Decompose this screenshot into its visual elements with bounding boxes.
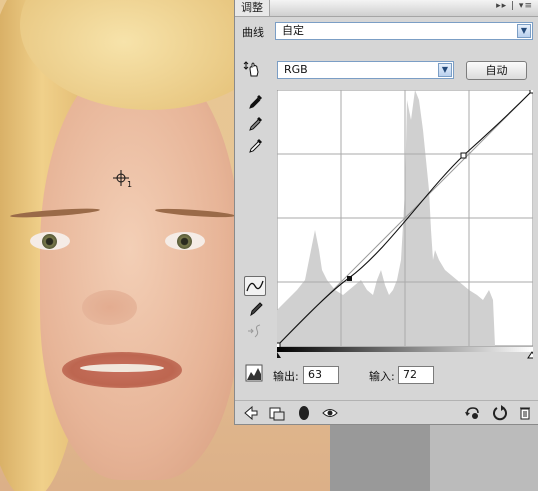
curve-endpoint-white[interactable] [529, 90, 533, 94]
chevron-down-icon: ▼ [438, 63, 452, 77]
photo-eye-right [165, 232, 205, 250]
visibility-circle-icon [299, 406, 309, 420]
panel-tab-adjustments[interactable]: 调整 [235, 0, 270, 16]
toggle-visibility-button[interactable] [321, 404, 339, 422]
black-point-eyedropper[interactable] [247, 92, 265, 110]
eyedropper-black-icon [249, 95, 262, 109]
photo-background-gray [330, 425, 430, 491]
curve-control-point-selected[interactable] [347, 276, 352, 281]
channel-value: RGB [284, 63, 308, 76]
output-field[interactable]: 63 [303, 366, 339, 384]
histogram-clip-icon [245, 364, 263, 382]
gray-point-eyedropper[interactable] [247, 114, 265, 132]
smooth-curve-icon [248, 324, 261, 338]
black-input-slider[interactable] [277, 352, 281, 358]
panel-menu-controls[interactable]: ▸▸ | ▾≡ [496, 1, 533, 11]
curve-edit-icon [246, 280, 264, 292]
input-label: 输入: [369, 370, 395, 383]
return-to-list-button[interactable] [242, 404, 260, 422]
reset-icon [493, 405, 507, 421]
input-field[interactable]: 72 [398, 366, 434, 384]
trash-icon [520, 407, 530, 420]
curve-point-tool[interactable] [244, 276, 266, 296]
preset-dropdown[interactable]: 自定 ▼ [275, 22, 533, 40]
curve-control-point[interactable] [460, 152, 467, 159]
white-point-eyedropper[interactable] [247, 136, 265, 154]
preset-value: 自定 [282, 24, 304, 37]
curves-graph[interactable] [277, 90, 533, 360]
delete-button[interactable] [516, 404, 534, 422]
hand-pointer-icon [243, 61, 259, 77]
clipping-warning-toggle[interactable] [245, 364, 263, 382]
on-image-adjust-tool[interactable] [243, 60, 261, 78]
photo-lips [62, 352, 182, 388]
color-sampler-number: 1 [127, 180, 133, 189]
channel-dropdown[interactable]: RGB ▼ [277, 61, 454, 79]
pencil-icon [250, 302, 263, 317]
smooth-curve-button[interactable] [247, 322, 265, 340]
preset-label: 曲线 [242, 26, 264, 39]
photo-eye-left [30, 232, 70, 250]
back-arrow-icon [244, 405, 258, 421]
reset-button[interactable] [491, 404, 509, 422]
view-previous-state-button[interactable] [463, 404, 481, 422]
clip-to-layer-icon [269, 407, 285, 421]
photo-nose [82, 290, 137, 325]
photo-background-light [430, 425, 538, 491]
panel-titlebar: 调整 ▸▸ | ▾≡ [235, 0, 538, 17]
output-gradient-bar [277, 347, 533, 352]
auto-button[interactable]: 自动 [466, 61, 527, 80]
white-input-slider[interactable] [527, 351, 533, 359]
photo-face [9, 60, 240, 480]
expanded-view-button[interactable] [268, 404, 286, 422]
view-previous-state-icon [465, 407, 479, 419]
eye-icon [322, 409, 338, 417]
clip-to-layer-button[interactable] [295, 404, 313, 422]
adjustments-panel: 调整 ▸▸ | ▾≡ 曲线 自定 ▼ RGB ▼ 自动 输出: 63 输入: 7… [234, 0, 538, 425]
photo-brow-right [154, 207, 236, 219]
eyedropper-gray-icon [249, 117, 262, 131]
chevron-down-icon: ▼ [517, 24, 531, 38]
output-label: 输出: [273, 370, 299, 383]
eyedropper-white-icon [249, 139, 262, 153]
pencil-tool[interactable] [247, 300, 265, 318]
panel-bottom-toolbar [235, 400, 538, 425]
